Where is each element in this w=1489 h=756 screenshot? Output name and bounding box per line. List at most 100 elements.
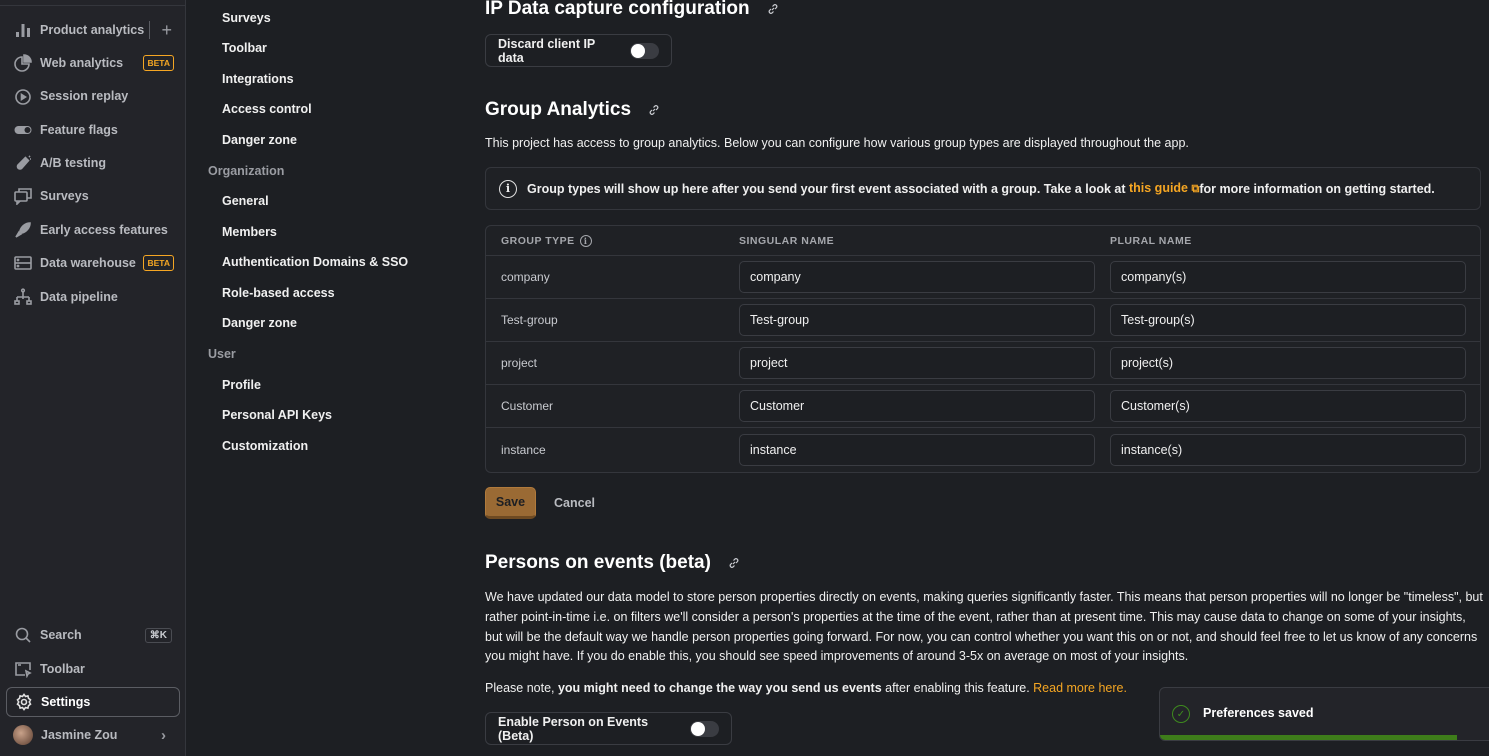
group-analytics-description: This project has access to group analyti… (485, 136, 1189, 150)
column-plural-name: PLURAL NAME (1110, 234, 1192, 247)
plural-name-input[interactable]: Customer(s) (1110, 390, 1466, 422)
group-analytics-title: Group Analytics (485, 99, 660, 121)
settings-nav-org-danger-zone[interactable]: Danger zone (222, 316, 297, 330)
singular-name-input[interactable]: Test-group (739, 304, 1095, 336)
external-link-icon: ⧉ (1191, 183, 1200, 195)
read-more-link[interactable]: Read more here. (1033, 681, 1127, 695)
settings-nav-profile[interactable]: Profile (222, 378, 261, 392)
plural-name-input[interactable]: instance(s) (1110, 433, 1466, 466)
bar-chart-icon (12, 19, 34, 41)
settings-nav-auth-domains[interactable]: Authentication Domains & SSO (222, 255, 408, 269)
sidebar-item-session-replay[interactable]: Session replay (6, 81, 180, 111)
link-icon[interactable] (767, 3, 779, 15)
singular-name-input[interactable]: project (739, 347, 1095, 379)
plural-name-input[interactable]: project(s) (1110, 347, 1466, 379)
singular-name-input[interactable]: Customer (739, 390, 1095, 422)
toast-progress-bar (1160, 735, 1458, 740)
main-sidebar: Product analytics + Web analytics BETA S… (0, 0, 186, 756)
settings-nav-integrations[interactable]: Integrations (222, 72, 294, 86)
settings-nav-general[interactable]: General (222, 194, 269, 208)
cancel-button[interactable]: Cancel (554, 496, 595, 510)
ip-section-title: IP Data capture configuration (485, 0, 779, 20)
save-button[interactable]: Save (485, 487, 536, 519)
settings-nav-personal-api-keys[interactable]: Personal API Keys (222, 408, 332, 422)
info-banner: i Group types will show up here after yo… (485, 167, 1481, 210)
table-header: GROUP TYPE i SINGULAR NAME PLURAL NAME (486, 226, 1480, 256)
person-on-events-switch[interactable] (689, 720, 719, 737)
sidebar-item-label: Session replay (40, 89, 129, 103)
sidebar-item-label: Data warehouse (40, 256, 136, 270)
user-menu[interactable]: Jasmine Zou › (6, 720, 180, 750)
plural-name-input[interactable]: company(s) (1110, 261, 1466, 293)
sidebar-item-label: Toolbar (40, 662, 85, 676)
sidebar-item-label: Search (40, 628, 82, 642)
sidebar-item-data-warehouse[interactable]: Data warehouse BETA (6, 248, 180, 278)
group-type-cell: Customer (501, 399, 554, 413)
sidebar-item-surveys[interactable]: Surveys (6, 181, 180, 211)
discard-ip-switch[interactable] (629, 42, 659, 59)
section-title-text: Group Analytics (485, 99, 632, 120)
settings-nav-project-danger-zone[interactable]: Danger zone (222, 133, 297, 147)
sidebar-item-label: Feature flags (40, 123, 118, 137)
plural-name-input[interactable]: Test-group(s) (1110, 304, 1466, 336)
settings-nav: Surveys Toolbar Integrations Access cont… (186, 0, 466, 756)
settings-nav-surveys[interactable]: Surveys (222, 11, 271, 25)
link-icon[interactable] (728, 557, 740, 569)
sidebar-item-search[interactable]: Search ⌘K (6, 620, 180, 650)
settings-nav-toolbar[interactable]: Toolbar (222, 41, 267, 55)
table-row: project project project(s) (486, 342, 1480, 385)
group-types-table: GROUP TYPE i SINGULAR NAME PLURAL NAME co… (485, 225, 1481, 473)
settings-nav-role-based-access[interactable]: Role-based access (222, 286, 335, 300)
note-bold-text: you might need to change the way you sen… (557, 681, 882, 695)
settings-nav-members[interactable]: Members (222, 225, 277, 239)
server-icon (12, 252, 34, 274)
info-icon[interactable]: i (579, 234, 592, 247)
table-row: company company company(s) (486, 256, 1480, 299)
sidebar-item-label: Web analytics (40, 56, 124, 70)
group-type-cell: instance (501, 442, 546, 457)
singular-name-input[interactable]: company (739, 261, 1095, 293)
info-text: Group types will show up here after you … (527, 181, 1129, 196)
beta-badge: BETA (143, 255, 174, 271)
settings-nav-access-control[interactable]: Access control (222, 102, 312, 116)
discard-ip-toggle-field[interactable]: Discard client IP data (485, 34, 672, 67)
settings-nav-customization[interactable]: Customization (222, 439, 308, 453)
sidebar-item-toolbar[interactable]: Toolbar (6, 654, 180, 684)
toast-notification[interactable]: ✓ Preferences saved (1159, 687, 1489, 741)
info-text-end: for more information on getting started. (1199, 181, 1435, 196)
sidebar-item-web-analytics[interactable]: Web analytics BETA (6, 48, 180, 78)
sidebar-item-settings[interactable]: Settings (6, 687, 180, 717)
table-row: Customer Customer Customer(s) (486, 385, 1480, 428)
sidebar-item-label: A/B testing (40, 156, 106, 170)
column-label: GROUP TYPE (501, 234, 575, 247)
info-icon: i (499, 179, 517, 198)
pipeline-icon (12, 286, 34, 308)
group-type-cell: project (501, 356, 538, 370)
search-icon (12, 624, 34, 646)
singular-name-input[interactable]: instance (739, 433, 1095, 466)
toggle-label: Enable Person on Events (Beta) (498, 714, 649, 743)
note-text-end: after enabling this feature. (881, 681, 1034, 695)
settings-nav-heading-organization: Organization (208, 164, 285, 178)
sidebar-item-ab-testing[interactable]: A/B testing (6, 148, 180, 178)
link-icon[interactable] (648, 104, 660, 116)
sidebar-item-early-access[interactable]: Early access features (6, 215, 180, 245)
person-on-events-toggle-field[interactable]: Enable Person on Events (Beta) (485, 712, 732, 745)
group-type-cell: Test-group (501, 313, 558, 327)
plus-icon[interactable]: + (161, 20, 172, 41)
check-circle-icon: ✓ (1172, 705, 1190, 723)
beta-badge: BETA (143, 55, 174, 71)
sidebar-item-feature-flags[interactable]: Feature flags (6, 115, 180, 145)
pie-chart-icon (12, 52, 34, 74)
divider (149, 21, 150, 39)
toast-message: Preferences saved (1203, 706, 1314, 720)
sidebar-item-label: Data pipeline (40, 290, 118, 304)
sidebar-item-product-analytics[interactable]: Product analytics + (6, 15, 180, 45)
sidebar-item-label: Settings (41, 695, 91, 709)
chat-icon (12, 185, 34, 207)
group-type-cell: company (501, 270, 550, 284)
toolbar-icon (12, 658, 34, 680)
settings-nav-heading-user: User (208, 347, 236, 361)
sidebar-item-data-pipeline[interactable]: Data pipeline (6, 282, 180, 312)
this-guide-link[interactable]: this guide ⧉ (1129, 181, 1199, 196)
